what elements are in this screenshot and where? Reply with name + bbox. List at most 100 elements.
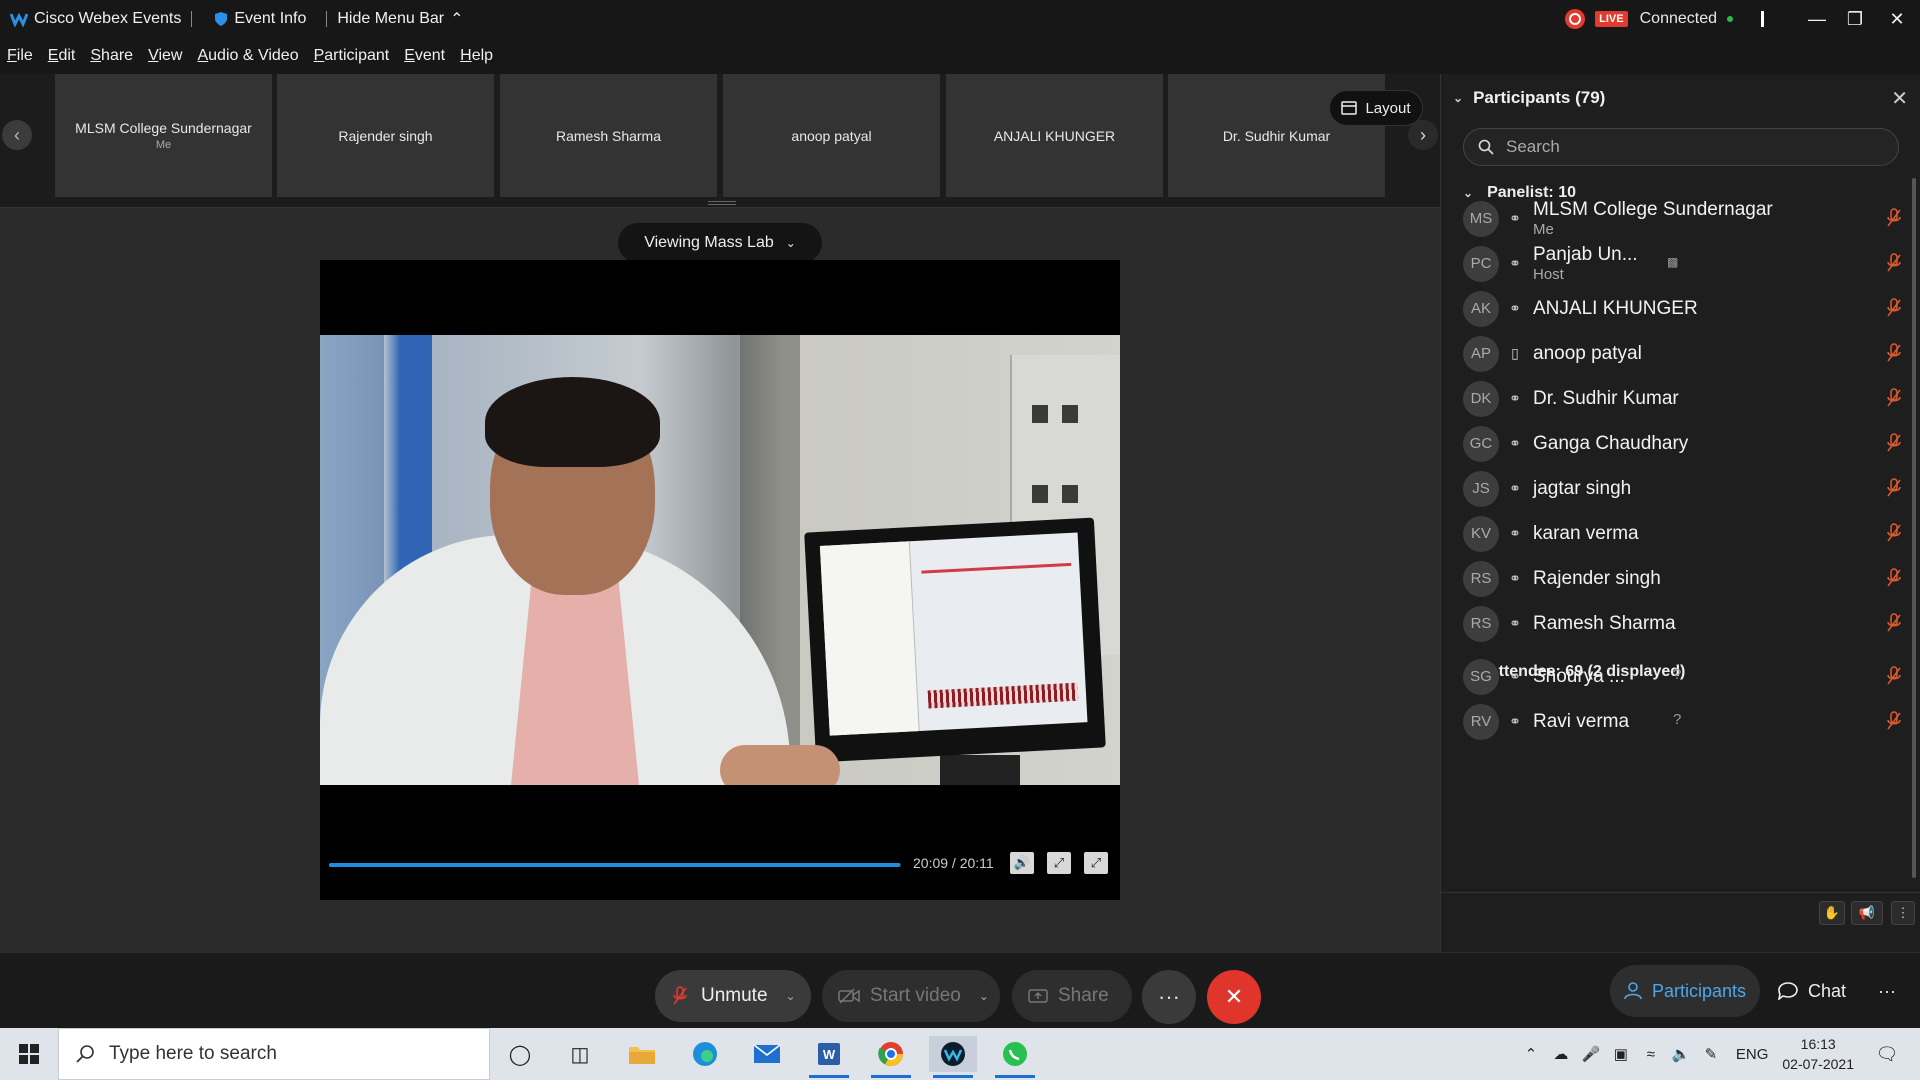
edge-icon[interactable]	[681, 1036, 729, 1072]
word-icon[interactable]: W	[805, 1036, 853, 1078]
muted-mic-icon[interactable]	[1885, 298, 1903, 318]
language-indicator[interactable]: ENG	[1736, 1046, 1769, 1063]
video-tile[interactable]: anoop patyal	[723, 74, 940, 197]
minimize-button[interactable]: —	[1798, 9, 1836, 30]
attendee-row[interactable]: RV ⚭ Ravi verma?	[1463, 699, 1903, 744]
tab-chat[interactable]: Chat	[1764, 965, 1860, 1017]
panelist-row[interactable]: AK ⚭ ANJALI KHUNGER	[1463, 286, 1903, 331]
panel-scrollbar[interactable]	[1912, 178, 1916, 878]
webex-icon[interactable]	[929, 1036, 977, 1078]
muted-mic-icon[interactable]	[1885, 613, 1903, 633]
unmute-label: Unmute	[701, 985, 768, 1006]
panelist-row[interactable]: RS ⚭ Rajender singh	[1463, 556, 1903, 601]
restore-button[interactable]: ❐	[1836, 9, 1874, 30]
participant-name: MLSM College Sundernagar	[1533, 199, 1773, 220]
more-button[interactable]: ···	[1142, 970, 1196, 1024]
menu-help[interactable]: Help	[460, 47, 493, 65]
camera-icon[interactable]: ▣	[1606, 1045, 1636, 1063]
panelist-row[interactable]: MS ⚭ MLSM College Sundernagar Me	[1463, 196, 1903, 241]
menu-share[interactable]: Share	[90, 47, 133, 65]
video-tile[interactable]: MLSM College Sundernagar Me	[55, 74, 272, 197]
menu-edit[interactable]: Edit	[48, 47, 76, 65]
volume-button[interactable]: 🔊	[1010, 852, 1034, 874]
chevron-down-icon[interactable]: ⌄	[786, 989, 796, 1003]
fullscreen-button[interactable]: ⤢	[1084, 852, 1108, 874]
expand-icon[interactable]: ⤢	[1047, 852, 1071, 874]
participant-search[interactable]	[1463, 128, 1899, 166]
muted-mic-icon[interactable]	[1885, 253, 1903, 273]
viewing-dropdown[interactable]: Viewing Mass Lab ⌄	[618, 223, 822, 263]
raise-hand-button[interactable]: ✋	[1819, 901, 1845, 925]
panelist-row[interactable]: PC ⚭ Panjab Un... Host ▩	[1463, 241, 1903, 286]
muted-mic-icon[interactable]	[1885, 433, 1903, 453]
announce-button[interactable]: 📢	[1851, 901, 1883, 925]
video-tile[interactable]: Ramesh Sharma	[500, 74, 717, 197]
wifi-icon[interactable]: ≈	[1636, 1046, 1666, 1063]
panelist-row[interactable]: DK ⚭ Dr. Sudhir Kumar	[1463, 376, 1903, 421]
muted-mic-icon[interactable]	[1885, 388, 1903, 408]
panelist-row[interactable]: GC ⚭ Ganga Chaudhary	[1463, 421, 1903, 466]
volume-icon[interactable]: 🔈	[1666, 1045, 1696, 1063]
hide-menu-bar-button[interactable]: Hide Menu Bar ⌃	[327, 9, 473, 29]
chevron-down-icon[interactable]: ⌄	[1453, 91, 1463, 105]
resize-handle[interactable]	[708, 201, 736, 205]
search-input[interactable]	[1506, 137, 1886, 157]
menu-participant[interactable]: Participant	[314, 47, 390, 65]
avatar: DK	[1463, 380, 1499, 417]
shared-video-player[interactable]: 20:09 / 20:11 🔊 ⤢ ⤢	[320, 260, 1120, 900]
chevron-up-icon[interactable]: ⌃	[1516, 1045, 1546, 1063]
more-options-button[interactable]: ⋮	[1891, 901, 1915, 925]
layout-button[interactable]: Layout	[1329, 90, 1423, 126]
mail-icon[interactable]	[743, 1036, 791, 1072]
tab-participants[interactable]: Participants	[1609, 965, 1760, 1017]
progress-bar[interactable]	[329, 863, 901, 867]
tab-participants-label: Participants	[1651, 980, 1746, 1001]
chevron-down-icon[interactable]: ⌄	[979, 989, 989, 1003]
panelist-row[interactable]: KV ⚭ karan verma	[1463, 511, 1903, 556]
menu-view[interactable]: View	[148, 47, 182, 65]
cortana-icon[interactable]: ◯	[496, 1036, 544, 1072]
onedrive-icon[interactable]: ☁	[1546, 1045, 1576, 1063]
task-view-icon[interactable]: ◫	[556, 1036, 604, 1072]
chrome-icon[interactable]	[867, 1036, 915, 1078]
muted-mic-icon[interactable]	[1885, 478, 1903, 498]
more-vertical-icon[interactable]	[1761, 11, 1764, 27]
muted-mic-icon[interactable]	[1885, 343, 1903, 363]
panel-title: Participants (79)	[1473, 88, 1606, 107]
video-tile[interactable]: Rajender singh	[277, 74, 494, 197]
player-controls: 20:09 / 20:11 🔊 ⤢ ⤢	[320, 845, 1120, 885]
muted-mic-icon[interactable]	[1885, 523, 1903, 543]
file-explorer-icon[interactable]	[618, 1036, 666, 1072]
participant-names: MLSM College Sundernagar Me	[1533, 199, 1773, 238]
muted-mic-icon[interactable]	[1885, 711, 1903, 731]
whatsapp-icon[interactable]	[991, 1036, 1039, 1078]
menu-audio-video[interactable]: Audio & Video	[197, 47, 298, 65]
taskbar-search[interactable]: Type here to search	[58, 1028, 490, 1080]
muted-mic-icon[interactable]	[1885, 666, 1903, 686]
muted-mic-icon[interactable]	[1885, 568, 1903, 588]
filmstrip-prev-button[interactable]: ‹	[2, 120, 32, 150]
panel-header[interactable]: ⌄ Participants (79)	[1453, 88, 1605, 108]
more-panels-button[interactable]: ···	[1864, 965, 1910, 1017]
close-window-button[interactable]: ✕	[1874, 9, 1920, 30]
close-panel-button[interactable]: ✕	[1891, 86, 1908, 111]
filmstrip-next-button[interactable]: ›	[1408, 120, 1438, 150]
start-video-button[interactable]: Start video ⌄	[822, 970, 1000, 1022]
panelist-row[interactable]: JS ⚭ jagtar singh	[1463, 466, 1903, 511]
unmute-button[interactable]: Unmute ⌄	[655, 970, 811, 1022]
microphone-icon[interactable]: 🎤	[1576, 1045, 1606, 1063]
menu-event[interactable]: Event	[404, 47, 445, 65]
clock[interactable]: 16:13 02-07-2021	[1782, 1034, 1854, 1074]
panelist-row[interactable]: AP ▯ anoop patyal	[1463, 331, 1903, 376]
video-tile[interactable]: ANJALI KHUNGER	[946, 74, 1163, 197]
start-button[interactable]	[0, 1028, 58, 1080]
muted-mic-icon[interactable]	[1885, 208, 1903, 228]
panelist-row[interactable]: RS ⚭ Ramesh Sharma	[1463, 601, 1903, 646]
event-info-button[interactable]: Event Info	[204, 10, 316, 28]
pen-icon[interactable]: ✎	[1696, 1045, 1726, 1063]
leave-button[interactable]: ✕	[1207, 970, 1261, 1024]
share-button[interactable]: Share	[1012, 970, 1132, 1022]
attendee-row[interactable]: SG ⚭ Shourya ...?	[1463, 654, 1903, 699]
menu-file[interactable]: File	[7, 47, 33, 65]
notifications-icon[interactable]: 🗨	[1872, 1044, 1902, 1065]
